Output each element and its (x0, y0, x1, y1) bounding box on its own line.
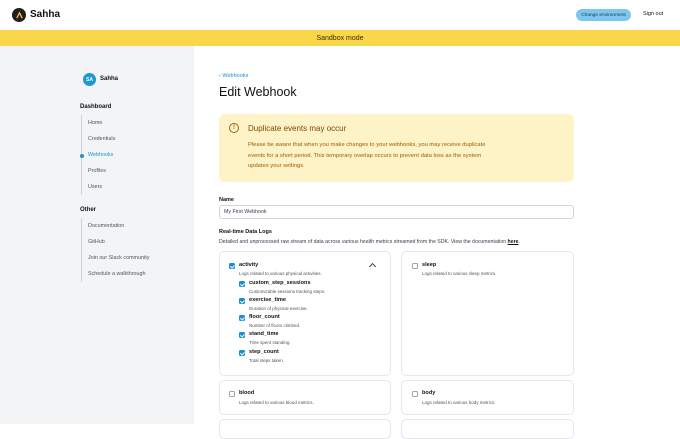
exercise-time-name: exercise_time (249, 297, 287, 303)
stand-time-name: stand_time (249, 331, 279, 337)
top-bar: Sahha Change environment Sign out (0, 0, 680, 30)
step-count-checkbox[interactable] (239, 350, 245, 356)
exercise-time-checkbox[interactable] (239, 298, 245, 304)
activity-desc: Logs related to various physical activit… (239, 271, 322, 276)
page-title: Edit Webhook (219, 85, 297, 99)
floor-count-desc: Number of floors climbed. (249, 323, 301, 328)
body-card: body Logs related to various body metric… (401, 380, 574, 415)
sidebar-item-slack[interactable]: Join our Slack community (82, 250, 149, 266)
documentation-link[interactable]: here (508, 239, 519, 245)
other-section-title: Other (80, 207, 97, 213)
sidebar-item-documentation[interactable]: Documentation (82, 218, 149, 234)
blood-card: blood Logs related to various blood metr… (219, 380, 391, 415)
step-count-desc: Total steps taken. (249, 358, 285, 363)
exercise-time-desc: Duration of physical exercise. (249, 306, 308, 311)
floor-count-name: floor_count (249, 314, 280, 320)
data-logs-description-text: Detailed and unprocessed raw stream of d… (219, 239, 508, 245)
custom-step-sessions-desc: Customizable sessions tracking steps. (249, 289, 326, 294)
dashboard-nav: Home Credentials Webhooks Profiles Users (79, 115, 115, 195)
body-desc: Logs related to various body metrics. (422, 400, 496, 405)
sleep-name: sleep (422, 262, 437, 268)
name-input[interactable] (219, 205, 574, 219)
next-card (401, 419, 574, 439)
sleep-checkbox[interactable] (412, 263, 418, 269)
activity-card: activity Logs related to various physica… (219, 251, 391, 376)
warning-icon: ! (229, 123, 239, 133)
sidebar-item-webhooks[interactable]: Webhooks (79, 147, 115, 163)
sandbox-banner: Sandbox mode (0, 30, 680, 46)
brand-name: Sahha (30, 9, 61, 20)
sidebar-item-profiles[interactable]: Profiles (82, 163, 115, 179)
next-card (219, 419, 391, 439)
other-nav: Documentation GitHub Join our Slack comm… (81, 218, 149, 282)
data-logs-label: Real-time Data Logs (219, 229, 272, 235)
blood-checkbox[interactable] (229, 391, 235, 397)
name-label: Name (219, 197, 234, 203)
body-checkbox[interactable] (412, 391, 418, 397)
alert-body: Please be aware that when you make chang… (248, 142, 486, 169)
blood-name: blood (239, 390, 255, 396)
username: Sahha (100, 76, 119, 82)
stand-time-checkbox[interactable] (239, 332, 245, 338)
custom-step-sessions-name: custom_step_sessions (249, 280, 311, 286)
back-link[interactable]: ‹ Webhooks (219, 73, 248, 79)
duplicate-events-alert: ! Duplicate events may occur Please be a… (219, 114, 574, 182)
custom-step-sessions-checkbox[interactable] (239, 281, 245, 287)
sidebar: SA Sahha Dashboard Home Credentials Webh… (0, 46, 194, 424)
activity-name: activity (239, 262, 259, 268)
floor-count-checkbox[interactable] (239, 315, 245, 321)
sidebar-item-github[interactable]: GitHub (82, 234, 149, 250)
sahha-logo-icon[interactable] (12, 8, 26, 22)
sandbox-banner-text: Sandbox mode (316, 34, 364, 42)
sleep-card: sleep Logs related to various sleep metr… (401, 251, 574, 376)
data-logs-description: Detailed and unprocessed raw stream of d… (219, 239, 520, 245)
body-name: body (422, 390, 436, 396)
step-count-name: step_count (249, 349, 279, 355)
dashboard-section-title: Dashboard (80, 104, 112, 110)
sleep-desc: Logs related to various sleep metrics. (422, 271, 497, 276)
sidebar-item-credentials[interactable]: Credentials (82, 131, 115, 147)
sidebar-item-users[interactable]: Users (82, 179, 115, 195)
alert-title: Duplicate events may occur (248, 124, 347, 133)
chevron-up-icon[interactable] (368, 262, 377, 271)
change-environment-button[interactable]: Change environment (576, 9, 631, 21)
sidebar-item-walkthrough[interactable]: Schedule a walkthrough (82, 266, 149, 282)
avatar[interactable]: SA (83, 73, 96, 86)
back-link-label: Webhooks (222, 73, 249, 79)
sidebar-item-home[interactable]: Home (82, 115, 115, 131)
activity-checkbox[interactable] (229, 263, 235, 269)
sign-out-link[interactable]: Sign out (643, 11, 663, 17)
blood-desc: Logs related to various blood metrics. (239, 400, 314, 405)
stand-time-desc: Time spent standing. (249, 340, 291, 345)
main-content: ‹ Webhooks Edit Webhook ! Duplicate even… (194, 46, 680, 439)
description-period: . (518, 239, 520, 245)
